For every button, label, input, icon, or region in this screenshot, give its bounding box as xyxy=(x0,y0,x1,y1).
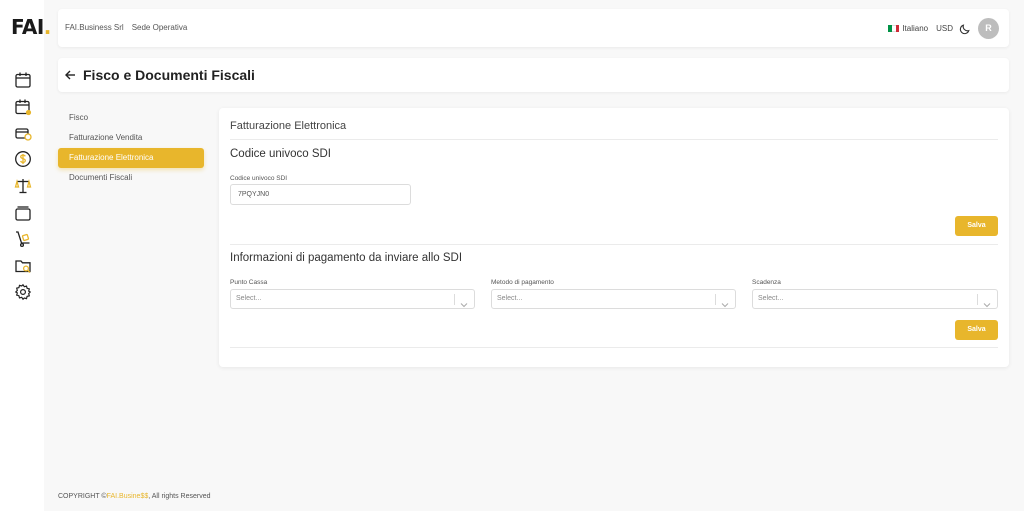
select-separator xyxy=(454,294,455,305)
page-header: Fisco e Documenti Fiscali xyxy=(58,58,1009,92)
divider xyxy=(230,139,998,140)
select-placeholder: Select... xyxy=(236,295,262,302)
folder-search-icon[interactable] xyxy=(14,257,32,275)
card-title: Fatturazione Elettronica xyxy=(230,120,347,132)
menu-item-fisco[interactable]: Fisco xyxy=(58,108,204,128)
wallet-coins-icon[interactable] xyxy=(14,124,32,142)
chevron-down-icon xyxy=(460,296,468,308)
divider xyxy=(230,244,998,245)
currency-selector[interactable]: USD xyxy=(936,24,953,33)
footer-brand-link[interactable]: FAI.Busine$$ xyxy=(107,493,149,500)
save-payment-button[interactable]: Salva xyxy=(955,320,998,340)
payment-section-title: Informazioni di pagamento da inviare all… xyxy=(230,252,463,264)
language-selector[interactable]: Italiano xyxy=(902,24,928,33)
select-separator xyxy=(715,294,716,305)
app-logo[interactable]: FAI. xyxy=(11,15,51,39)
user-avatar[interactable]: R xyxy=(978,17,999,39)
metodo-pagamento-select[interactable]: Select... xyxy=(491,289,736,309)
arrow-left-icon[interactable] xyxy=(64,68,76,80)
punto-cassa-label: Punto Cassa xyxy=(230,279,268,286)
sidebar-rail: FAI. xyxy=(0,0,51,511)
calendar-icon[interactable] xyxy=(14,71,32,89)
footer-copyright: COPYRIGHT ©FAI.Busine$$, All rights Rese… xyxy=(58,493,211,500)
select-placeholder: Select... xyxy=(758,295,784,302)
menu-item-fatturazione-vendita[interactable]: Fatturazione Vendita xyxy=(58,128,204,148)
chevron-down-icon xyxy=(721,296,729,308)
top-bar-actions: Italiano USD R xyxy=(888,17,999,39)
metodo-pagamento-label: Metodo di pagamento xyxy=(491,279,554,286)
dollar-coin-icon[interactable] xyxy=(14,150,32,168)
hand-truck-icon[interactable] xyxy=(14,230,32,248)
sdi-section-title: Codice univoco SDI xyxy=(230,148,331,160)
page-title: Fisco e Documenti Fiscali xyxy=(83,67,255,83)
select-separator xyxy=(977,294,978,305)
scale-balance-icon[interactable] xyxy=(14,177,32,195)
save-sdi-button[interactable]: Salva xyxy=(955,216,998,236)
sdi-code-label: Codice univoco SDI xyxy=(230,175,288,182)
stack-layers-icon[interactable] xyxy=(14,204,32,222)
select-placeholder: Select... xyxy=(497,295,523,302)
sdi-code-input[interactable]: 7PQYJN0 xyxy=(230,184,411,205)
menu-item-fatturazione-elettronica[interactable]: Fatturazione Elettronica xyxy=(58,148,204,168)
menu-item-documenti-fiscali[interactable]: Documenti Fiscali xyxy=(58,168,204,188)
company-breadcrumb: FAI.Business Srl Sede Operativa xyxy=(65,23,195,32)
divider xyxy=(230,347,998,348)
italy-flag-icon xyxy=(888,24,900,32)
gear-icon[interactable] xyxy=(14,283,32,301)
electronic-invoicing-card: Fatturazione Elettronica Codice univoco … xyxy=(219,108,1009,367)
calendar-user-icon[interactable] xyxy=(14,98,32,116)
top-bar: FAI.Business Srl Sede Operativa Italiano … xyxy=(58,9,1009,47)
company-name[interactable]: FAI.Business Srl xyxy=(65,23,124,32)
location-name[interactable]: Sede Operativa xyxy=(132,23,188,32)
chevron-down-icon xyxy=(983,296,991,308)
scadenza-select[interactable]: Select... xyxy=(752,289,998,309)
settings-menu: Fisco Fatturazione Vendita Fatturazione … xyxy=(58,108,204,188)
moon-icon[interactable] xyxy=(959,22,971,35)
scadenza-label: Scadenza xyxy=(752,279,781,286)
punto-cassa-select[interactable]: Select... xyxy=(230,289,475,309)
